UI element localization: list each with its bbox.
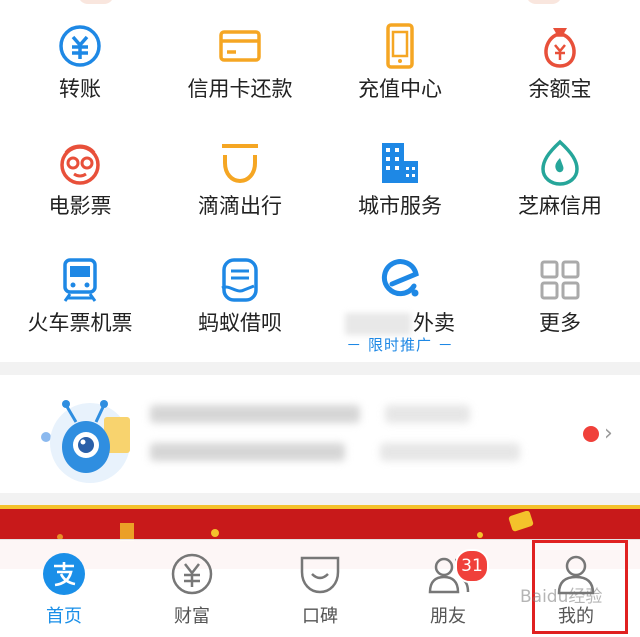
blurred-text [150, 443, 345, 461]
grid-item-more[interactable]: 更多 [480, 244, 640, 361]
grid-item-label: 芝麻信用 [518, 194, 602, 218]
grid-item-label: 转账 [59, 77, 101, 101]
eleme-icon [381, 259, 419, 297]
tab-label: 朋友 [430, 606, 466, 627]
ant-loan-icon [221, 258, 258, 302]
grid-item-train[interactable]: 火车票机票 [0, 244, 160, 361]
city-building-icon [382, 143, 418, 183]
tab-label: 首页 [46, 606, 82, 627]
app-grid: 转账 信用卡还款 充值中心 余额宝 电影票 滴滴出行 城市服务 芝麻信用 火车票… [0, 10, 640, 362]
grid-item-eleme[interactable]: 外卖 － 限时推广 － [320, 244, 480, 361]
grid-item-label: 城市服务 [358, 194, 442, 218]
tab-wealth[interactable]: 财富 [128, 540, 256, 637]
grid-item-label: 信用卡还款 [187, 77, 293, 101]
more-grid-icon [540, 260, 580, 300]
grid-item-recharge[interactable]: 充值中心 [320, 10, 480, 127]
top-decoration [526, 0, 562, 4]
watermark: Baidu经验 [520, 587, 603, 607]
grid-item-movie[interactable]: 电影票 [0, 127, 160, 244]
tab-koubei[interactable]: 口碑 [256, 540, 384, 637]
grid-item-label: 余额宝 [528, 77, 592, 101]
grid-item-ant-loan[interactable]: 蚂蚁借呗 [160, 244, 320, 361]
wealth-yen-icon [171, 553, 213, 595]
blurred-text [380, 443, 520, 461]
grid-item-city-service[interactable]: 城市服务 [320, 127, 480, 244]
blurred-brand [345, 313, 411, 335]
grid-item-label: 蚂蚁借呗 [198, 311, 282, 335]
top-strip [0, 0, 640, 10]
grid-item-label: 充值中心 [358, 77, 442, 101]
grid-item-sesame[interactable]: 芝麻信用 [480, 127, 640, 244]
notice-card[interactable]: › [0, 375, 640, 493]
eleme-label: 外卖 [413, 311, 455, 335]
credit-card-icon [219, 30, 261, 62]
sesame-credit-icon [541, 139, 579, 186]
grid-item-didi[interactable]: 滴滴出行 [160, 127, 320, 244]
grid-item-label: 外卖 [320, 307, 480, 337]
grid-item-transfer[interactable]: 转账 [0, 10, 160, 127]
grid-item-label: 更多 [539, 311, 581, 335]
grid-item-label: 电影票 [48, 194, 112, 218]
tab-label: 财富 [174, 606, 210, 627]
home-alipay-icon [43, 553, 85, 595]
transfer-icon [59, 25, 101, 67]
notification-badge: 31 [455, 549, 489, 583]
koubei-icon [300, 556, 340, 594]
unread-dot [583, 426, 599, 442]
grid-item-yuebao[interactable]: 余额宝 [480, 10, 640, 127]
ant-mascot-icon [41, 400, 130, 483]
blurred-text [150, 405, 360, 423]
top-decoration [78, 0, 114, 4]
tab-label: 口碑 [302, 606, 338, 627]
promo-tag: － 限时推广 － [346, 336, 454, 354]
phone-recharge-icon [386, 23, 414, 69]
money-bag-icon [544, 28, 576, 68]
train-icon [63, 258, 97, 302]
didi-icon [222, 144, 258, 184]
banner-decoration [57, 511, 534, 541]
tab-friends[interactable]: 31 朋友 [384, 540, 512, 637]
chevron-right-icon: › [604, 421, 613, 446]
movie-ticket-icon [60, 144, 100, 185]
grid-item-label: 火车票机票 [27, 311, 133, 335]
grid-item-label: 滴滴出行 [198, 194, 282, 218]
grid-item-credit-card[interactable]: 信用卡还款 [160, 10, 320, 127]
blurred-text [385, 405, 470, 423]
tab-home[interactable]: 首页 [0, 540, 128, 637]
